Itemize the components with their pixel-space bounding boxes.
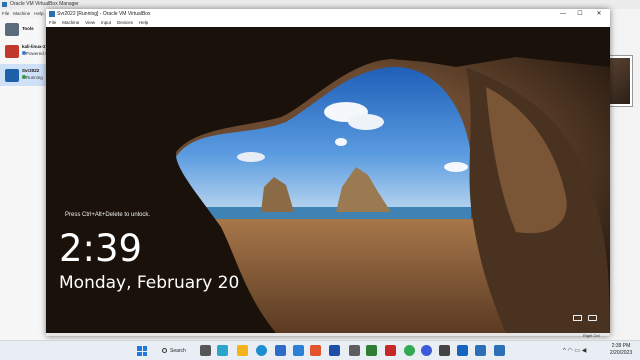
vm-status: Running [26, 75, 43, 80]
start-button[interactable] [137, 346, 147, 356]
vm-title: Svr2022 [Running] - Oracle VM VirtualBox [57, 11, 151, 17]
vm-menu-file[interactable]: File [49, 19, 56, 27]
tools-label: Tools [22, 26, 34, 31]
mail-icon[interactable] [293, 345, 304, 356]
settings-icon[interactable] [439, 345, 450, 356]
virtualbox-vm-icon[interactable] [494, 345, 505, 356]
taskbar: Search ^ ◠ ▭ ◀ 2:39 PM 2/20/2023 [0, 340, 640, 360]
app-icon[interactable] [366, 345, 377, 356]
virtualbox-logo-icon [49, 11, 55, 17]
unlock-hint: Press Ctrl+Alt+Delete to unlock. [65, 212, 151, 218]
app-icon[interactable] [349, 345, 360, 356]
vm-menu-devices[interactable]: Devices [117, 19, 133, 27]
virtualbox-logo-icon [2, 2, 7, 7]
vm-menu-view[interactable]: View [85, 19, 95, 27]
taskbar-clock[interactable]: 2:39 PM 2/20/2023 [605, 343, 637, 357]
close-button[interactable]: ✕ [592, 9, 606, 19]
sidebar-item-svr2022[interactable]: Svr2022 Running [0, 64, 46, 86]
app-icon[interactable] [385, 345, 396, 356]
vm-os-icon [5, 69, 19, 82]
windows-logo-icon [137, 346, 142, 351]
vm-window: Svr2022 [Running] - Oracle VM VirtualBox… [46, 9, 610, 338]
search-label: Search [170, 348, 186, 354]
vm-name: Svr2022 [22, 68, 40, 73]
network-icon[interactable] [588, 315, 597, 321]
manager-menubar: File Machine Help [0, 9, 46, 18]
vm-menu-input[interactable]: Input [101, 19, 111, 27]
app-icon[interactable] [457, 345, 468, 356]
vm-preview-pane [607, 55, 633, 107]
taskbar-search[interactable]: Search [160, 345, 192, 357]
clock-time: 2:39 PM [611, 343, 631, 349]
manager-title: Oracle VM VirtualBox Manager [10, 1, 79, 7]
vm-preview-image [610, 58, 630, 104]
file-explorer-icon[interactable] [237, 345, 248, 356]
store-icon[interactable] [275, 345, 286, 356]
vm-menubar: File Machine View Input Devices Help [46, 19, 610, 27]
edge-icon[interactable] [256, 345, 267, 356]
app-icon[interactable] [421, 345, 432, 356]
accessibility-icon[interactable] [573, 315, 582, 321]
task-view-icon[interactable] [200, 345, 211, 356]
virtualbox-icon[interactable] [475, 345, 486, 356]
sidebar-item-tools[interactable]: Tools [0, 18, 46, 40]
host-key-label: Right Ctrl [583, 333, 600, 338]
vm-titlebar[interactable]: Svr2022 [Running] - Oracle VM VirtualBox… [46, 9, 610, 19]
search-icon [162, 348, 167, 353]
guest-display[interactable]: Press Ctrl+Alt+Delete to unlock. 2:39 Mo… [46, 27, 610, 333]
tools-icon [5, 23, 19, 36]
vm-menu-machine[interactable]: Machine [62, 19, 79, 27]
lockscreen-date: Monday, February 20 [59, 273, 240, 293]
sidebar-item-kali[interactable]: kali-linux-2 Powered Off [0, 40, 51, 62]
minimize-button[interactable]: — [556, 9, 570, 19]
app-icon[interactable] [329, 345, 340, 356]
system-tray[interactable]: ^ ◠ ▭ ◀ [563, 347, 586, 354]
vm-menu-help[interactable]: Help [139, 19, 148, 27]
chrome-icon[interactable] [404, 345, 415, 356]
clock-date: 2/20/2023 [609, 350, 633, 356]
vm-name: kali-linux-2 [22, 44, 46, 49]
app-icon[interactable] [310, 345, 321, 356]
widgets-icon[interactable] [217, 345, 228, 356]
vm-os-icon [5, 45, 19, 58]
manager-menu-machine[interactable]: Machine [13, 9, 30, 18]
vm-statusbar [46, 333, 610, 336]
manager-menu-help[interactable]: Help [34, 9, 43, 18]
maximize-button[interactable]: ☐ [573, 9, 587, 19]
manager-menu-file[interactable]: File [2, 9, 9, 18]
manager-titlebar: Oracle VM VirtualBox Manager [0, 0, 640, 9]
manager-sidebar: Tools kali-linux-2 Powered Off Svr2022 R… [0, 18, 51, 340]
lockscreen-time: 2:39 [59, 227, 143, 270]
